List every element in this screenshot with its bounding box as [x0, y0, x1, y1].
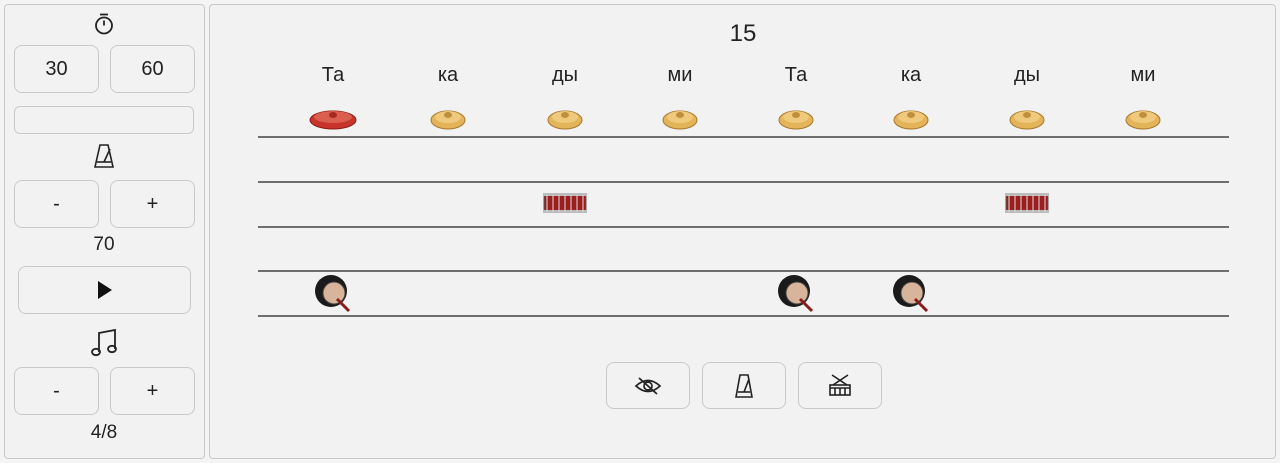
drum-kit-button[interactable]	[798, 362, 882, 409]
syllable-label: Та	[784, 64, 808, 86]
ride-cymbal-note[interactable]	[662, 105, 698, 131]
ride-cymbal-note[interactable]	[778, 105, 814, 131]
stopwatch-icon	[92, 12, 116, 36]
ride-cymbal-note[interactable]	[430, 105, 466, 131]
eye-off-icon	[634, 376, 662, 396]
time-30-button[interactable]: 30	[14, 45, 99, 93]
metronome-icon	[92, 143, 116, 169]
ride-cymbal-note[interactable]	[547, 105, 583, 131]
ride-cymbal-note[interactable]	[1009, 105, 1045, 131]
tempo-plus-button[interactable]: +	[110, 180, 195, 228]
syllable-label: ка	[900, 64, 922, 86]
drum-icon	[827, 373, 853, 399]
meter-minus-button[interactable]: -	[14, 367, 99, 415]
syllable-label: ды	[551, 64, 579, 86]
bass-drum-note[interactable]	[891, 273, 931, 313]
snare-drum-note[interactable]	[1004, 191, 1050, 217]
syllable-label: ми	[1130, 64, 1156, 86]
counter: 15	[729, 20, 757, 47]
ride-cymbal-note[interactable]	[1125, 105, 1161, 131]
tempo-value: 70	[93, 234, 115, 255]
staff-line	[258, 226, 1229, 228]
staff-line	[258, 181, 1229, 183]
crash-cymbal-note[interactable]	[309, 105, 357, 131]
bass-drum-note[interactable]	[776, 273, 816, 313]
meter-plus-button[interactable]: +	[110, 367, 195, 415]
play-icon	[96, 280, 114, 300]
progress-bar	[14, 106, 194, 134]
snare-drum-note[interactable]	[542, 191, 588, 217]
staff-line	[258, 315, 1229, 317]
tempo-minus-button[interactable]: -	[14, 180, 99, 228]
syllable-label: ды	[1013, 64, 1041, 86]
bass-drum-note[interactable]	[313, 273, 353, 313]
music-note-icon	[89, 328, 119, 358]
syllable-label: ми	[667, 64, 693, 86]
ride-cymbal-note[interactable]	[893, 105, 929, 131]
meter-value: 4/8	[90, 422, 118, 443]
syllable-label: Та	[321, 64, 345, 86]
staff-line	[258, 270, 1229, 272]
metronome-icon	[734, 373, 754, 399]
metronome-button[interactable]	[702, 362, 786, 409]
staff-line	[258, 136, 1229, 138]
syllable-label: ка	[437, 64, 459, 86]
play-button[interactable]	[18, 266, 191, 314]
toggle-visibility-button[interactable]	[606, 362, 690, 409]
time-60-button[interactable]: 60	[110, 45, 195, 93]
